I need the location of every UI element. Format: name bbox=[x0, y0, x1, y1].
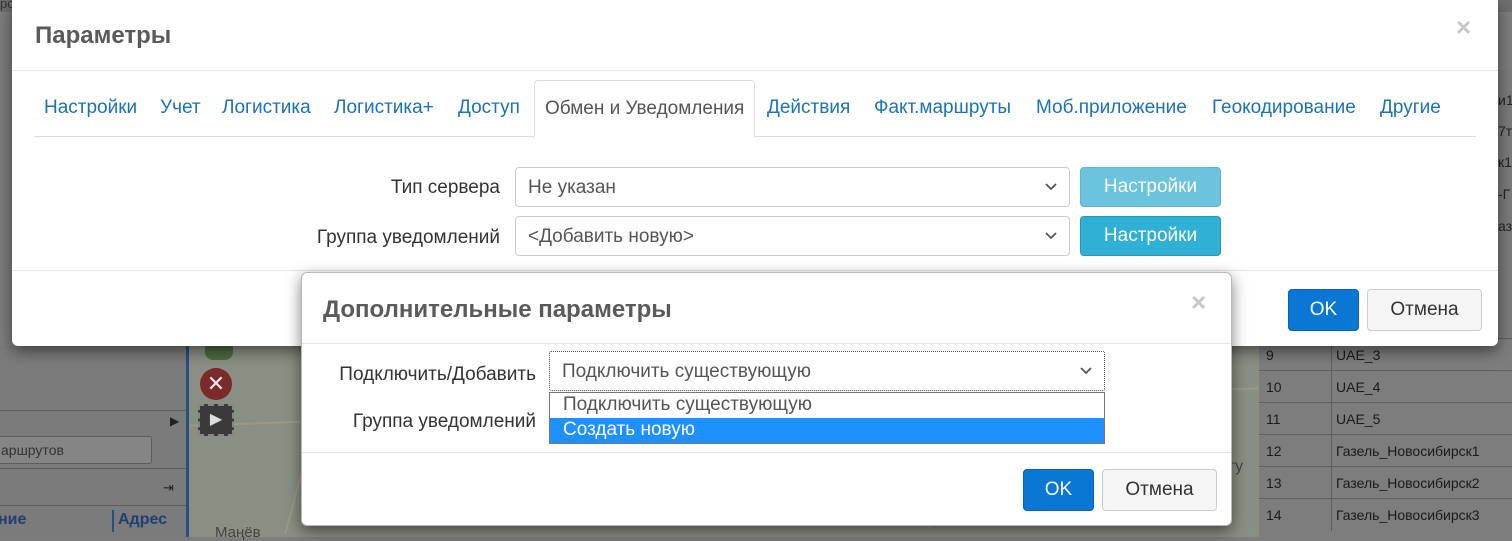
tab-bar: Настройки Учет Логистика Логистика+ Дост… bbox=[34, 80, 1476, 138]
ok-button[interactable]: OK bbox=[1288, 289, 1359, 331]
background-search-input: аршрутов bbox=[0, 436, 152, 464]
tab-mobile-app[interactable]: Моб.приложение bbox=[1026, 80, 1197, 137]
row-name: Газель_Новосибирск2 bbox=[1336, 475, 1480, 491]
background-clip-text: к1 bbox=[1498, 154, 1512, 170]
dialog-title: Параметры bbox=[35, 22, 172, 49]
tab-actions[interactable]: Действия bbox=[757, 80, 860, 137]
connect-add-dropdown: Подключить существующую Создать новую bbox=[549, 392, 1105, 444]
server-type-value: Не указан bbox=[528, 177, 616, 198]
row-name: Газель_Новосибирск3 bbox=[1336, 507, 1480, 523]
row-number: 10 bbox=[1266, 379, 1282, 395]
background-column-header: Адрес bbox=[118, 511, 168, 528]
additional-parameters-dialog: Дополнительные параметры × Подключить/До… bbox=[301, 272, 1232, 526]
connect-add-select[interactable]: Подключить существующую bbox=[549, 351, 1105, 391]
background-divider bbox=[0, 410, 190, 411]
background-map-label: Маңёв bbox=[215, 524, 261, 541]
header-divider bbox=[12, 70, 1498, 71]
row-name: UAE_3 bbox=[1336, 347, 1381, 363]
row-number: 14 bbox=[1266, 507, 1282, 523]
row-number: 9 bbox=[1266, 347, 1274, 363]
server-settings-button[interactable]: Настройки bbox=[1080, 167, 1221, 207]
map-tool-icon bbox=[205, 346, 233, 360]
connect-add-label: Подключить/Добавить bbox=[339, 364, 536, 385]
table-row: 13 Газель_Новосибирск2 bbox=[1259, 466, 1512, 499]
notify-group-value: <Добавить новую> bbox=[528, 226, 694, 247]
row-number: 11 bbox=[1266, 411, 1281, 427]
notify-group-label: Группа уведомлений bbox=[352, 411, 536, 432]
row-name: UAE_4 bbox=[1336, 379, 1381, 395]
tab-geocoding[interactable]: Геокодирование bbox=[1202, 80, 1366, 137]
chevron-down-icon bbox=[1080, 367, 1092, 375]
video-icon: ▶ bbox=[198, 404, 234, 436]
close-icon[interactable]: × bbox=[1191, 287, 1206, 318]
background-clip-text: -Г bbox=[1498, 186, 1511, 202]
tab-exchange-notifications[interactable]: Обмен и Уведомления bbox=[534, 80, 755, 138]
tab-logistics[interactable]: Логистика bbox=[212, 80, 321, 137]
server-type-select[interactable]: Не указан bbox=[515, 167, 1070, 207]
row-name: Газель_Новосибирск1 bbox=[1336, 443, 1480, 459]
table-row: 14 Газель_Новосибирск3 bbox=[1259, 498, 1512, 531]
row-number: 13 bbox=[1266, 475, 1282, 491]
connect-add-value: Подключить существующую bbox=[562, 361, 811, 382]
tab-other[interactable]: Другие bbox=[1370, 80, 1451, 137]
table-row: 11 UAE_5 bbox=[1259, 402, 1512, 435]
background-divider bbox=[0, 468, 190, 469]
row-number: 12 bbox=[1266, 443, 1282, 459]
dropdown-option-existing[interactable]: Подключить существующую bbox=[550, 393, 1104, 418]
background-column-header: ние bbox=[0, 511, 27, 528]
tab-accounting[interactable]: Учет bbox=[150, 80, 211, 137]
background-right-strip: и1 7т к1 -Г аз bbox=[1496, 70, 1512, 346]
dialog-title: Дополнительные параметры bbox=[323, 296, 672, 323]
cancel-button[interactable]: Отмена bbox=[1367, 289, 1482, 331]
tab-fact-routes[interactable]: Факт.маршруты bbox=[864, 80, 1021, 137]
background-divider bbox=[0, 505, 190, 506]
server-type-label: Тип сервера bbox=[390, 177, 500, 198]
notify-group-label: Группа уведомлений bbox=[316, 227, 500, 248]
chevron-down-icon bbox=[1045, 232, 1057, 240]
background-clip-text: 7т bbox=[1498, 123, 1512, 139]
header-divider bbox=[302, 343, 1231, 344]
table-row: 10 UAE_4 bbox=[1259, 370, 1512, 403]
chevron-down-icon bbox=[1045, 183, 1057, 191]
background-vehicle-table: 9 UAE_3 10 UAE_4 11 UAE_5 12 Газель_Ново… bbox=[1259, 338, 1512, 537]
background-clip-text: и1 bbox=[1498, 92, 1512, 108]
dialog-footer: OK Отмена bbox=[302, 452, 1231, 526]
cancel-button[interactable]: Отмена bbox=[1102, 469, 1217, 511]
background-clip-text: аз bbox=[1498, 218, 1512, 234]
notify-group-select[interactable]: <Добавить новую> bbox=[515, 216, 1070, 256]
notify-settings-button[interactable]: Настройки bbox=[1080, 216, 1221, 256]
ok-button[interactable]: OK bbox=[1023, 469, 1094, 511]
background-column-separator bbox=[112, 510, 114, 532]
tab-settings[interactable]: Настройки bbox=[34, 80, 147, 137]
row-name: UAE_5 bbox=[1336, 411, 1381, 427]
tab-access[interactable]: Доступ bbox=[448, 80, 530, 137]
tab-logistics-plus[interactable]: Логистика+ bbox=[324, 80, 444, 137]
table-row: 12 Газель_Новосибирск1 bbox=[1259, 434, 1512, 467]
dropdown-option-create-new[interactable]: Создать новую bbox=[550, 418, 1104, 443]
close-icon[interactable]: × bbox=[1456, 12, 1471, 43]
arrow-right-icon: ▶ bbox=[170, 414, 180, 428]
delete-icon: ✕ bbox=[200, 368, 232, 400]
pin-icon: ⇥ bbox=[163, 480, 174, 495]
